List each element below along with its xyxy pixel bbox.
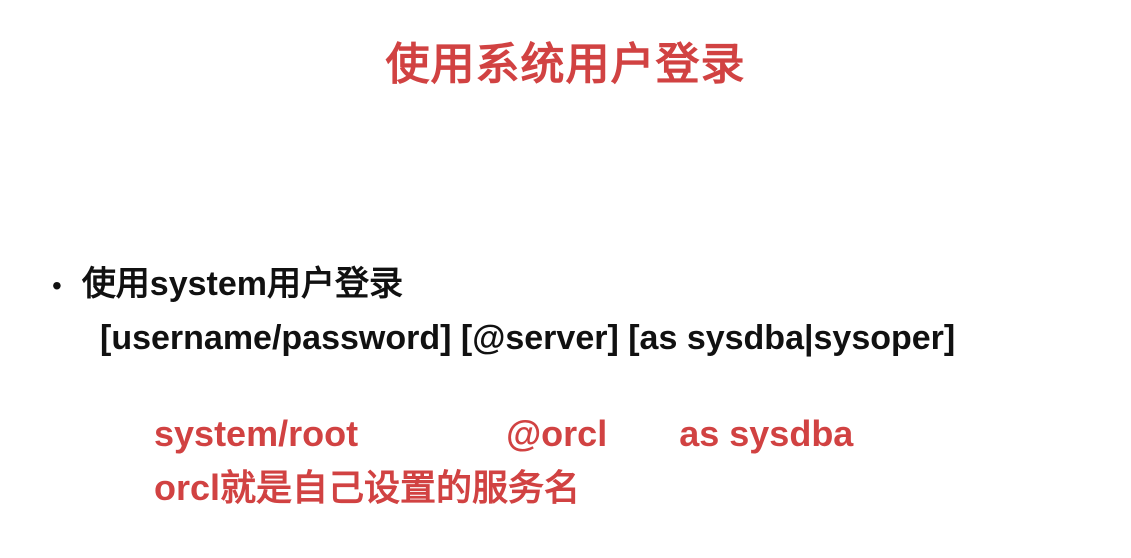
bullet-marker: • bbox=[52, 262, 62, 310]
slide-content: • 使用system用户登录 [username/password] [@ser… bbox=[52, 258, 955, 514]
bullet-item: • 使用system用户登录 bbox=[52, 258, 955, 310]
example-server: @orcl bbox=[506, 413, 607, 454]
body-line-2: [username/password] [@server] [as sysdba… bbox=[100, 312, 955, 364]
body-line-1: 使用system用户登录 bbox=[82, 258, 403, 310]
example-block: system/root @orcl as sysdba orcl就是自己设置的服务名 bbox=[154, 408, 955, 514]
example-line-2: orcl就是自己设置的服务名 bbox=[154, 462, 955, 514]
example-credentials: system/root bbox=[154, 413, 358, 454]
example-line-1: system/root @orcl as sysdba bbox=[154, 408, 955, 460]
example-role: as sysdba bbox=[679, 413, 853, 454]
slide-title: 使用系统用户登录 bbox=[0, 0, 1131, 92]
